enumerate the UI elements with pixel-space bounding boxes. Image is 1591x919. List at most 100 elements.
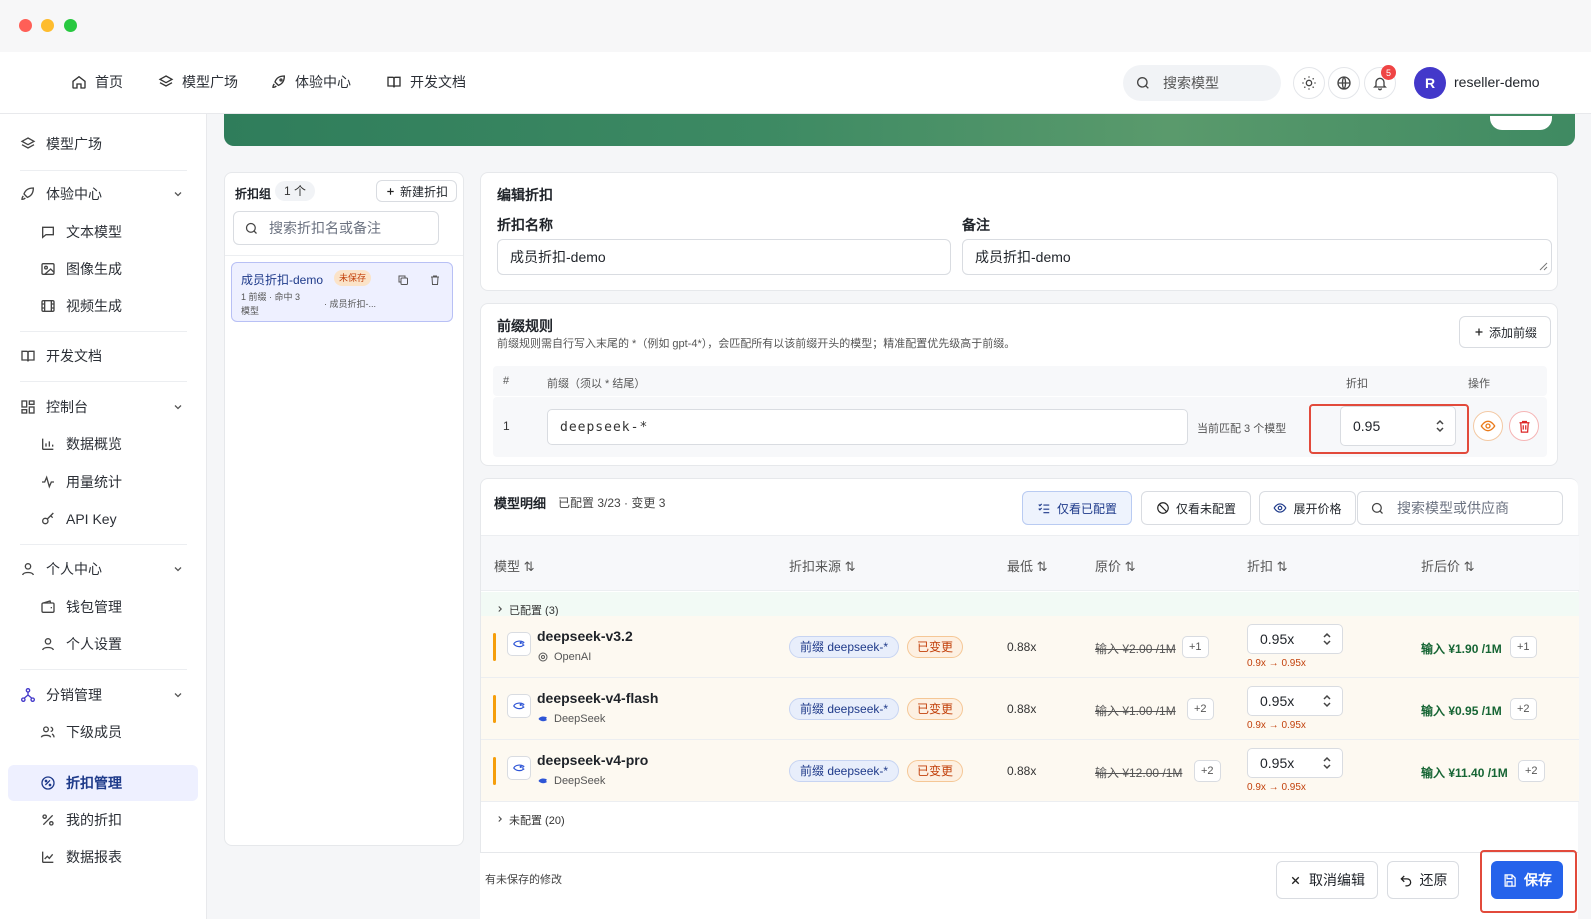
sidebar-item-reports[interactable]: 数据报表 — [40, 839, 122, 875]
sidebar-item-distribution[interactable]: 分销管理 — [20, 677, 102, 713]
new-discount-button[interactable]: 新建折扣 — [376, 180, 457, 202]
sidebar-item-api-key[interactable]: API Key — [40, 501, 117, 537]
close-window-button[interactable] — [19, 19, 32, 32]
only-unconfigured-button[interactable]: 仅看未配置 — [1141, 491, 1251, 525]
stepper-icon[interactable] — [1322, 632, 1332, 646]
final-price-more[interactable]: +2 — [1510, 698, 1537, 720]
original-price-more[interactable]: +2 — [1187, 698, 1214, 720]
preview-button[interactable] — [1473, 411, 1503, 441]
source-tag: 前缀 deepseek-* — [789, 636, 900, 658]
discount-change: 0.9x → 0.95x — [1247, 782, 1306, 793]
min-discount: 0.88x — [1007, 764, 1037, 778]
group-unconfigured-label: 未配置 (20) — [509, 815, 565, 827]
nav-model-plaza-label: 模型广场 — [182, 74, 238, 90]
sidebar-item-docs[interactable]: 开发文档 — [20, 338, 102, 374]
sidebar-item-wallet[interactable]: 钱包管理 — [40, 589, 122, 625]
sidebar-item-usage[interactable]: 用量统计 — [40, 464, 122, 500]
resize-handle-icon[interactable] — [1538, 261, 1548, 271]
discount-change: 0.9x → 0.95x — [1247, 720, 1306, 731]
language-button[interactable] — [1328, 67, 1360, 99]
row-discount-input[interactable]: 0.95x — [1247, 748, 1343, 778]
minimize-window-button[interactable] — [41, 19, 54, 32]
nav-model-plaza[interactable]: 模型广场 — [158, 72, 238, 92]
chat-icon — [42, 226, 54, 239]
sidebar-item-experience[interactable]: 体验中心 — [20, 176, 102, 212]
nav-home[interactable]: 首页 — [71, 72, 123, 92]
col-model[interactable]: 模型 ⇅ — [494, 556, 535, 575]
dashboard-icon — [21, 400, 35, 414]
source-tag: 前缀 deepseek-* — [789, 698, 900, 720]
sidebar-item-image-gen[interactable]: 图像生成 — [40, 251, 122, 287]
sidebar-item-video-gen[interactable]: 视频生成 — [40, 288, 122, 324]
sidebar-item-console[interactable]: 控制台 — [20, 389, 88, 425]
col-original[interactable]: 原价 ⇅ — [1095, 556, 1136, 575]
expand-price-button[interactable]: 展开价格 — [1259, 491, 1356, 525]
sidebar-item-discount-mgmt[interactable]: 折扣管理 — [40, 765, 122, 801]
sidebar-item-label: 用量统计 — [66, 474, 122, 490]
sidebar-item-my-discount[interactable]: 我的折扣 — [40, 802, 122, 838]
highlight-discount-input — [1309, 404, 1469, 454]
group-list-item[interactable]: 成员折扣-demo 未保存 1 前缀 · 命中 3 模型 · 成员折扣-... — [231, 262, 453, 322]
col-final[interactable]: 折后价 ⇅ — [1421, 556, 1475, 575]
restore-button[interactable]: 还原 — [1387, 861, 1459, 899]
sidebar-item-text-model[interactable]: 文本模型 — [40, 214, 122, 250]
chevron-down-icon[interactable] — [172, 689, 184, 701]
delete-prefix-button[interactable] — [1509, 411, 1539, 441]
username-label[interactable]: reseller-demo — [1454, 74, 1540, 90]
maximize-window-button[interactable] — [64, 19, 77, 32]
user-icon — [42, 638, 54, 651]
cancel-edit-button[interactable]: 取消编辑 — [1276, 861, 1378, 899]
group-unconfigured-toggle[interactable]: 未配置 (20) — [481, 802, 1579, 836]
copy-icon[interactable] — [397, 274, 409, 286]
banner-button[interactable] — [1490, 116, 1552, 130]
chevron-down-icon[interactable] — [172, 563, 184, 575]
final-price-more[interactable]: +2 — [1518, 760, 1545, 782]
sidebar-item-overview[interactable]: 数据概览 — [40, 426, 122, 462]
model-search-box[interactable]: 搜索模型 — [1123, 65, 1281, 101]
group-search-input[interactable]: 搜索折扣名或备注 — [233, 211, 439, 245]
model-search-input[interactable]: 搜索模型或供应商 — [1357, 491, 1563, 525]
original-price-more[interactable]: +2 — [1194, 760, 1221, 782]
col-source[interactable]: 折扣来源 ⇅ — [789, 556, 856, 575]
trash-icon — [1519, 420, 1529, 433]
chevron-down-icon[interactable] — [172, 401, 184, 413]
sidebar-item-label: 钱包管理 — [66, 599, 122, 615]
home-icon — [72, 75, 86, 89]
discount-name-input[interactable]: 成员折扣-demo — [497, 239, 951, 275]
layers-icon — [20, 137, 36, 149]
stepper-icon[interactable] — [1322, 756, 1332, 770]
nav-docs[interactable]: 开发文档 — [386, 72, 466, 92]
original-price-more[interactable]: +1 — [1182, 636, 1209, 658]
add-prefix-button[interactable]: 添加前缀 — [1459, 316, 1551, 348]
model-name[interactable]: deepseek-v4-pro — [537, 752, 648, 768]
col-discount-sort[interactable]: 折扣 ⇅ — [1247, 556, 1288, 575]
sidebar-item-label: 下级成员 — [66, 724, 122, 740]
theme-toggle-button[interactable] — [1293, 67, 1325, 99]
sidebar-item-model-plaza[interactable]: 模型广场 — [20, 126, 102, 162]
stepper-icon[interactable] — [1322, 694, 1332, 708]
prefix-input[interactable]: deepseek-* — [547, 409, 1188, 445]
percent-icon — [42, 814, 54, 826]
final-price-more[interactable]: +1 — [1510, 636, 1537, 658]
sidebar-item-settings[interactable]: 个人设置 — [40, 626, 122, 662]
rocket-icon — [272, 75, 286, 89]
sidebar-item-label: 个人设置 — [66, 636, 122, 652]
nav-home-label: 首页 — [95, 74, 123, 90]
note-textarea[interactable]: 成员折扣-demo — [962, 239, 1552, 275]
avatar[interactable]: R — [1414, 67, 1446, 99]
book-icon — [387, 76, 401, 88]
row-discount-input[interactable]: 0.95x — [1247, 686, 1343, 716]
sidebar-item-personal[interactable]: 个人中心 — [20, 551, 102, 587]
only-configured-button[interactable]: 仅看已配置 — [1022, 491, 1132, 525]
chevron-down-icon[interactable] — [172, 188, 184, 200]
sidebar: 模型广场 体验中心 文本模型 图像生成 视频生成 开发文档 控制台 数据概览 用… — [0, 114, 207, 919]
globe-icon — [1337, 76, 1351, 90]
sidebar-item-members[interactable]: 下级成员 — [40, 714, 122, 750]
nav-experience[interactable]: 体验中心 — [271, 72, 351, 92]
row-discount-input[interactable]: 0.95x — [1247, 624, 1343, 654]
model-name[interactable]: deepseek-v3.2 — [537, 628, 633, 644]
trash-icon[interactable] — [429, 274, 441, 286]
col-low[interactable]: 最低 ⇅ — [1007, 556, 1048, 575]
table-row: deepseek-v3.2 OpenAI 前缀 deepseek-* 已变更 0… — [481, 616, 1579, 678]
model-name[interactable]: deepseek-v4-flash — [537, 690, 658, 706]
